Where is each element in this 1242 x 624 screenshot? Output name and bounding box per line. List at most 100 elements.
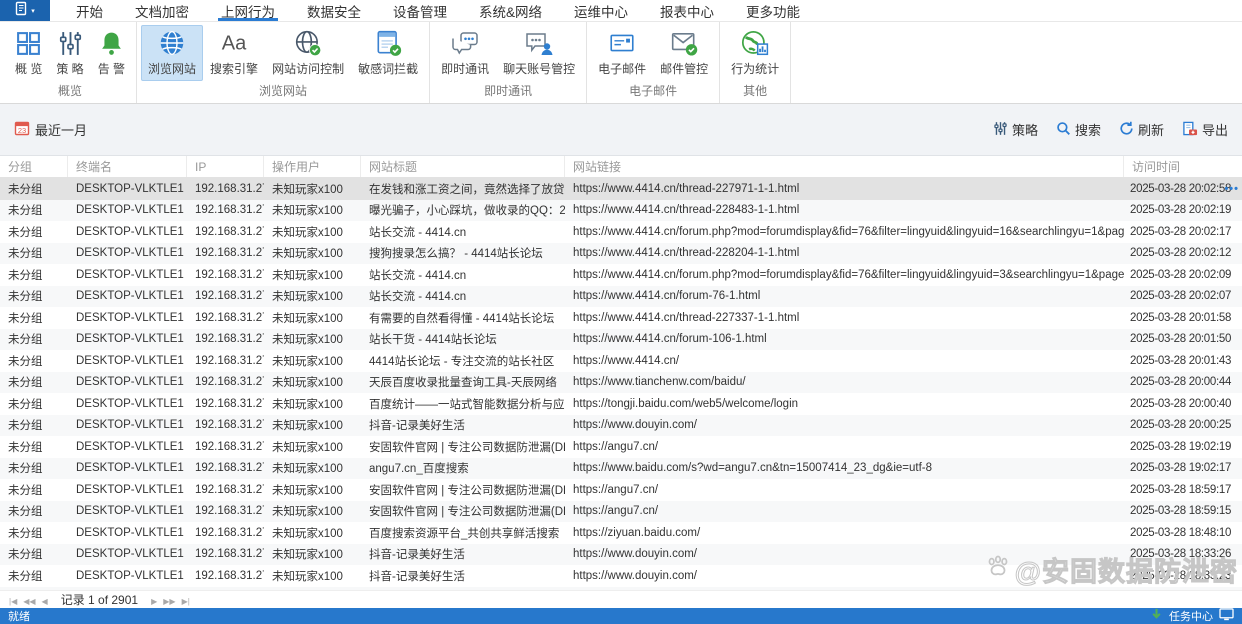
- cell-title: 百度搜索资源平台_共创共享鲜活搜索: [361, 525, 565, 541]
- pager-first-button[interactable]: |◀: [6, 597, 20, 606]
- ribbon-button-label: 浏览网站: [148, 60, 196, 77]
- cell-terminal: DESKTOP-VLKTLE1: [68, 247, 187, 259]
- ribbon-button-browse-website[interactable]: 浏览网站: [141, 25, 203, 81]
- cell-terminal: DESKTOP-VLKTLE1: [68, 441, 187, 453]
- tab-device-mgmt[interactable]: 设备管理: [377, 0, 463, 21]
- tab-report-center[interactable]: 报表中心: [644, 0, 730, 21]
- cell-url: https://www.douyin.com/: [565, 419, 1124, 431]
- tab-doc-encrypt[interactable]: 文档加密: [119, 0, 205, 21]
- pager-last-button[interactable]: ▶|: [179, 597, 193, 606]
- search-button[interactable]: 搜索: [1056, 120, 1101, 139]
- ribbon-button-label: 行为统计: [731, 60, 779, 77]
- refresh-button[interactable]: 刷新: [1119, 120, 1164, 139]
- monitor-icon[interactable]: [1219, 608, 1234, 624]
- table-row[interactable]: 未分组DESKTOP-VLKTLE1192.168.31.27未知玩家x100未…: [0, 587, 1242, 591]
- app-menu-button[interactable]: ▾: [0, 0, 50, 21]
- cell-time: 2025-03-28 20:02:09: [1124, 269, 1242, 281]
- pager-fast-next-button[interactable]: ▶▶: [160, 597, 178, 606]
- cell-group: 未分组: [0, 568, 68, 584]
- table-row[interactable]: 未分组DESKTOP-VLKTLE1192.168.31.27未知玩家x100天…: [0, 372, 1242, 394]
- table-row[interactable]: 未分组DESKTOP-VLKTLE1192.168.31.27未知玩家x1004…: [0, 350, 1242, 372]
- ribbon-button-policy[interactable]: 策 略: [49, 25, 90, 81]
- tab-system-network[interactable]: 系统&网络: [463, 0, 558, 21]
- table-row[interactable]: 未分组DESKTOP-VLKTLE1192.168.31.27未知玩家x100安…: [0, 501, 1242, 523]
- alert-bell-icon: [98, 28, 125, 58]
- pager-fast-prev-button[interactable]: ◀◀: [20, 597, 38, 606]
- table-row[interactable]: 未分组DESKTOP-VLKTLE1192.168.31.27未知玩家x100抖…: [0, 565, 1242, 587]
- cell-time: 2025-03-28 20:01:50: [1124, 333, 1242, 345]
- cell-url: https://www.douyin.com/: [565, 570, 1124, 582]
- cell-group: 未分组: [0, 460, 68, 476]
- pager-next-button[interactable]: ▶: [148, 597, 160, 606]
- task-center-button[interactable]: 任务中心: [1169, 608, 1213, 624]
- cell-title: 百度统计——一站式智能数据分析与应用平台: [361, 396, 565, 412]
- tab-start[interactable]: 开始: [60, 0, 119, 21]
- table-row[interactable]: 未分组DESKTOP-VLKTLE1192.168.31.27未知玩家x100百…: [0, 522, 1242, 544]
- table-row[interactable]: 未分组DESKTOP-VLKTLE1192.168.31.27未知玩家x100安…: [0, 479, 1242, 501]
- row-actions-icon[interactable]: •••: [1224, 183, 1239, 195]
- ribbon-button-overview[interactable]: 概 览: [8, 25, 49, 81]
- column-header-ip[interactable]: IP: [187, 156, 264, 177]
- cell-time: 2025-03-28 18:33:26: [1124, 548, 1242, 560]
- status-text: 就绪: [8, 608, 30, 624]
- ribbon-button-chat-account-control[interactable]: 聊天账号管控: [496, 25, 582, 81]
- svg-text:23: 23: [18, 126, 26, 135]
- im-chat-icon: [450, 28, 480, 58]
- table-row[interactable]: 未分组DESKTOP-VLKTLE1192.168.31.27未知玩家x100有…: [0, 307, 1242, 329]
- cell-user: 未知玩家x100: [264, 288, 361, 304]
- table-row[interactable]: 未分组DESKTOP-VLKTLE1192.168.31.27未知玩家x100抖…: [0, 415, 1242, 437]
- cell-time: 2025-03-28 18:48:10: [1124, 527, 1242, 539]
- table-row[interactable]: 未分组DESKTOP-VLKTLE1192.168.31.27未知玩家x100搜…: [0, 243, 1242, 265]
- table-row[interactable]: 未分组DESKTOP-VLKTLE1192.168.31.27未知玩家x100曝…: [0, 200, 1242, 222]
- column-header-title[interactable]: 网站标题: [361, 156, 565, 177]
- column-header-terminal[interactable]: 终端名: [68, 156, 187, 177]
- column-header-user[interactable]: 操作用户: [264, 156, 361, 177]
- cell-ip: 192.168.31.27: [187, 333, 264, 345]
- table-row[interactable]: 未分组DESKTOP-VLKTLE1192.168.31.27未知玩家x100站…: [0, 329, 1242, 351]
- refresh-button-label: 刷新: [1138, 120, 1164, 139]
- cell-terminal: DESKTOP-VLKTLE1: [68, 204, 187, 216]
- table-row[interactable]: 未分组DESKTOP-VLKTLE1192.168.31.27未知玩家x100抖…: [0, 544, 1242, 566]
- ribbon-button-alert[interactable]: 告 警: [91, 25, 132, 81]
- cell-title: 站长交流 - 4414.cn: [361, 288, 565, 304]
- table-row[interactable]: 未分组DESKTOP-VLKTLE1192.168.31.27未知玩家x100站…: [0, 221, 1242, 243]
- ribbon-button-instant-message[interactable]: 即时通讯: [434, 25, 496, 81]
- ribbon-button-site-access-control[interactable]: 网站访问控制: [265, 25, 351, 81]
- cell-group: 未分组: [0, 245, 68, 261]
- policy-button[interactable]: 策略: [993, 120, 1038, 139]
- column-header-url[interactable]: 网站链接: [565, 156, 1124, 177]
- column-header-time[interactable]: 访问时间: [1124, 156, 1242, 177]
- table-row[interactable]: 未分组DESKTOP-VLKTLE1192.168.31.27未知玩家x100百…: [0, 393, 1242, 415]
- date-range-filter[interactable]: 23 最近一月: [14, 120, 87, 139]
- table-row[interactable]: 未分组DESKTOP-VLKTLE1192.168.31.27未知玩家x100安…: [0, 436, 1242, 458]
- cell-url: https://www.4414.cn/: [565, 355, 1124, 367]
- cell-terminal: DESKTOP-VLKTLE1: [68, 419, 187, 431]
- cell-terminal: DESKTOP-VLKTLE1: [68, 355, 187, 367]
- table-row[interactable]: 未分组DESKTOP-VLKTLE1192.168.31.27未知玩家x100站…: [0, 286, 1242, 308]
- export-button[interactable]: 导出: [1182, 120, 1228, 139]
- ribbon-button-keyword-block[interactable]: 敏感词拦截: [351, 25, 425, 81]
- tab-internet-behavior[interactable]: 上网行为: [205, 0, 291, 21]
- tab-ops-center[interactable]: 运维中心: [558, 0, 644, 21]
- table-row[interactable]: 未分组DESKTOP-VLKTLE1192.168.31.27未知玩家x100站…: [0, 264, 1242, 286]
- cell-user: 未知玩家x100: [264, 267, 361, 283]
- ribbon-button-search-engine[interactable]: Aa搜索引擎: [203, 25, 265, 81]
- ribbon-button-email[interactable]: 电子邮件: [591, 25, 653, 81]
- ribbon-button-email-control[interactable]: 邮件管控: [653, 25, 715, 81]
- cell-ip: 192.168.31.27: [187, 398, 264, 410]
- cell-group: 未分组: [0, 310, 68, 326]
- ribbon-group-label: 即时通讯: [434, 81, 582, 104]
- table-row[interactable]: 未分组DESKTOP-VLKTLE1192.168.31.27未知玩家x100在…: [0, 178, 1242, 200]
- ribbon-button-behavior-stats[interactable]: 行为统计: [724, 25, 786, 81]
- cell-user: 未知玩家x100: [264, 417, 361, 433]
- tab-data-security[interactable]: 数据安全: [291, 0, 377, 21]
- column-header-group[interactable]: 分组: [0, 156, 68, 177]
- pager-prev-button[interactable]: ◀: [39, 597, 51, 606]
- cell-url: https://ziyuan.baidu.com/: [565, 527, 1124, 539]
- tab-more-features[interactable]: 更多功能: [730, 0, 816, 21]
- table-row[interactable]: 未分组DESKTOP-VLKTLE1192.168.31.27未知玩家x100a…: [0, 458, 1242, 480]
- search-button-label: 搜索: [1075, 120, 1101, 139]
- behavior-stats-icon: [741, 28, 769, 58]
- cell-group: 未分组: [0, 288, 68, 304]
- cell-terminal: DESKTOP-VLKTLE1: [68, 312, 187, 324]
